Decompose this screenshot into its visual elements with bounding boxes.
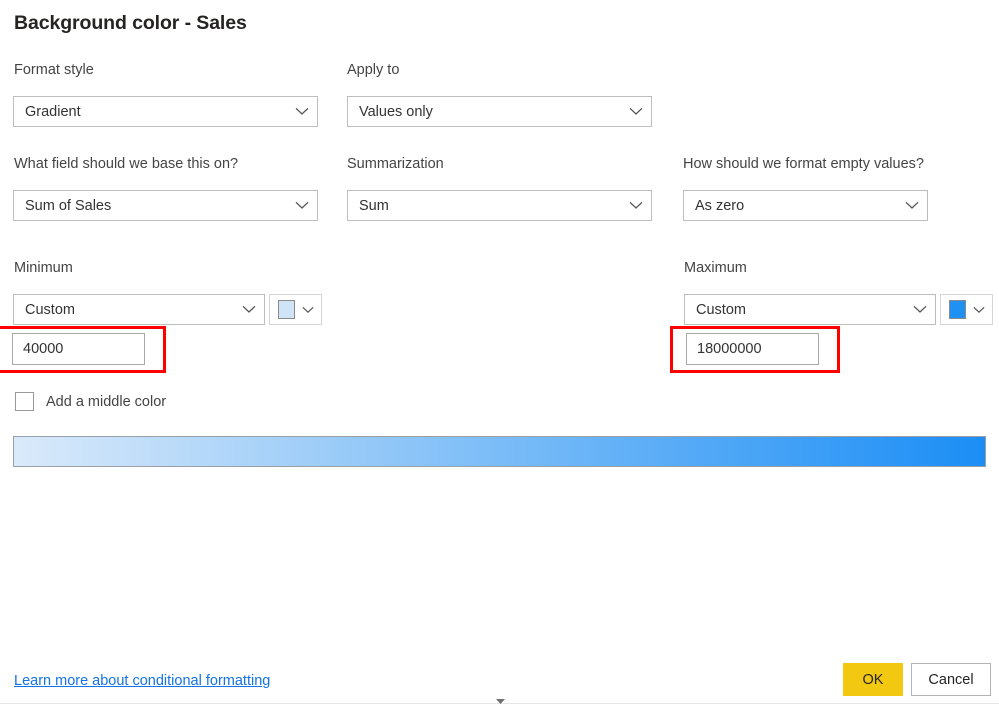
gradient-preview-bar (13, 436, 986, 467)
minimum-mode-dropdown[interactable]: Custom (13, 294, 265, 325)
maximum-color-swatch (949, 300, 966, 319)
minimum-label: Minimum (14, 260, 73, 276)
summarization-dropdown[interactable]: Sum (347, 190, 652, 221)
apply-to-dropdown[interactable]: Values only (347, 96, 652, 127)
maximum-value-input[interactable] (686, 333, 819, 365)
minimum-color-swatch (278, 300, 295, 319)
add-middle-color-checkbox[interactable]: Add a middle color (15, 392, 166, 411)
apply-to-label: Apply to (347, 62, 400, 78)
minimum-mode-value: Custom (25, 301, 75, 318)
chevron-down-icon (897, 201, 927, 210)
chevron-down-icon (287, 201, 317, 210)
chevron-down-icon (234, 305, 264, 314)
empty-values-label: How should we format empty values? (683, 156, 924, 172)
maximum-color-picker[interactable] (940, 294, 993, 325)
summarization-value: Sum (359, 197, 389, 214)
learn-more-link[interactable]: Learn more about conditional formatting (14, 673, 270, 689)
base-field-value: Sum of Sales (25, 197, 112, 214)
background-color-dialog: Background color - Sales Format style Gr… (0, 0, 999, 704)
add-middle-color-label: Add a middle color (46, 393, 167, 410)
maximum-mode-dropdown[interactable]: Custom (684, 294, 936, 325)
empty-values-value: As zero (695, 197, 745, 214)
minimum-value-input[interactable] (12, 333, 145, 365)
cancel-button[interactable]: Cancel (911, 663, 991, 696)
minimum-color-picker[interactable] (269, 294, 322, 325)
chevron-down-icon (905, 305, 935, 314)
summarization-label: Summarization (347, 156, 444, 172)
empty-values-dropdown[interactable]: As zero (683, 190, 928, 221)
format-style-dropdown[interactable]: Gradient (13, 96, 318, 127)
chevron-down-icon (966, 306, 992, 314)
format-style-label: Format style (14, 62, 94, 78)
apply-to-value: Values only (359, 103, 433, 120)
chevron-down-icon (295, 306, 321, 314)
chevron-down-icon (287, 107, 317, 116)
checkbox-icon (15, 392, 34, 411)
maximum-mode-value: Custom (696, 301, 746, 318)
ok-button[interactable]: OK (843, 663, 903, 696)
maximum-label: Maximum (684, 260, 747, 276)
base-field-dropdown[interactable]: Sum of Sales (13, 190, 318, 221)
chevron-down-icon (621, 107, 651, 116)
chevron-down-icon (621, 201, 651, 210)
format-style-value: Gradient (25, 103, 81, 120)
page-title: Background color - Sales (14, 12, 247, 34)
base-field-label: What field should we base this on? (14, 156, 239, 172)
